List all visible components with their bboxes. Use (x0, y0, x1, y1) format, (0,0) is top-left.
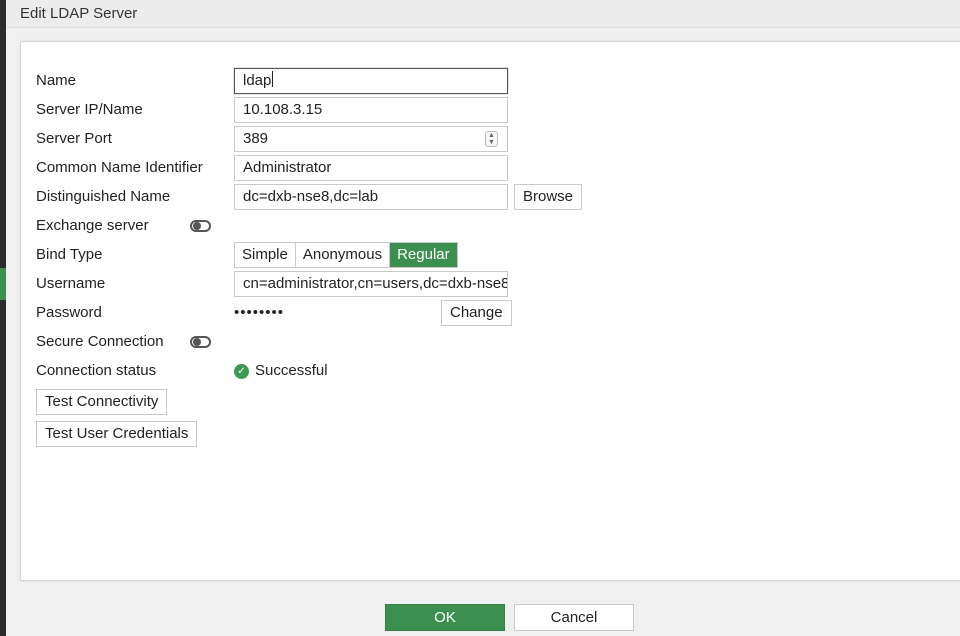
ok-button[interactable]: OK (385, 604, 505, 631)
spinner-icon[interactable]: ▲ ▼ (485, 131, 498, 147)
dialog-title: Edit LDAP Server (6, 0, 960, 28)
cn-input[interactable]: Administrator (234, 155, 508, 181)
dn-label: Distinguished Name (36, 188, 171, 205)
bind-type-simple[interactable]: Simple (235, 243, 296, 267)
exchange-toggle[interactable] (190, 220, 211, 232)
secure-label: Secure Connection (36, 333, 164, 350)
secure-toggle[interactable] (190, 336, 211, 348)
dn-input[interactable]: dc=dxb-nse8,dc=lab (234, 184, 508, 210)
server-label: Server IP/Name (36, 101, 143, 118)
username-label: Username (36, 275, 106, 292)
password-masked: •••••••• (234, 304, 285, 321)
bind-type-label: Bind Type (36, 246, 103, 263)
row-password: Password •••••••• Change (36, 300, 536, 326)
row-dn: Distinguished Name dc=dxb-nse8,dc=lab Br… (36, 184, 636, 210)
ldap-form-panel: Name ldap Server IP/Name 10.108.3.15 Ser… (20, 41, 960, 581)
server-input[interactable]: 10.108.3.15 (234, 97, 508, 123)
check-circle-icon: ✓ (234, 363, 249, 379)
port-label: Server Port (36, 130, 112, 147)
name-label: Name (36, 72, 77, 89)
left-edge-accent (0, 268, 6, 300)
bind-type-anonymous[interactable]: Anonymous (295, 243, 391, 267)
toggle-knob (193, 338, 201, 346)
status-label: Connection status (36, 362, 157, 379)
row-secure: Secure Connection (36, 329, 336, 355)
bind-type-regular[interactable]: Regular (390, 243, 457, 267)
name-input[interactable]: ldap (234, 68, 508, 94)
dialog-title-text: Edit LDAP Server (20, 5, 138, 22)
port-input[interactable]: 389 ▲ ▼ (234, 126, 508, 152)
toggle-knob (193, 222, 201, 230)
exchange-label: Exchange server (36, 217, 149, 234)
change-password-button[interactable]: Change (441, 300, 512, 326)
test-connectivity-button[interactable]: Test Connectivity (36, 389, 168, 415)
cn-label: Common Name Identifier (36, 159, 203, 176)
dialog-footer: OK Cancel (6, 596, 960, 636)
text-caret (272, 71, 274, 87)
row-status: Connection status ✓ Successful (36, 358, 436, 384)
left-edge-strip (0, 0, 6, 636)
connection-status: ✓ Successful (234, 358, 328, 384)
browse-button[interactable]: Browse (514, 184, 583, 210)
password-label: Password (36, 304, 102, 321)
test-user-credentials-button[interactable]: Test User Credentials (36, 421, 198, 447)
cancel-button[interactable]: Cancel (514, 604, 634, 631)
status-text: Successful (255, 362, 328, 379)
bind-type-selector: Simple Anonymous Regular (234, 242, 458, 268)
username-input[interactable]: cn=administrator,cn=users,dc=dxb-nse8 (234, 271, 508, 297)
row-bind-type: Bind Type Simple Anonymous Regular (36, 242, 536, 268)
row-exchange: Exchange server (36, 213, 336, 239)
